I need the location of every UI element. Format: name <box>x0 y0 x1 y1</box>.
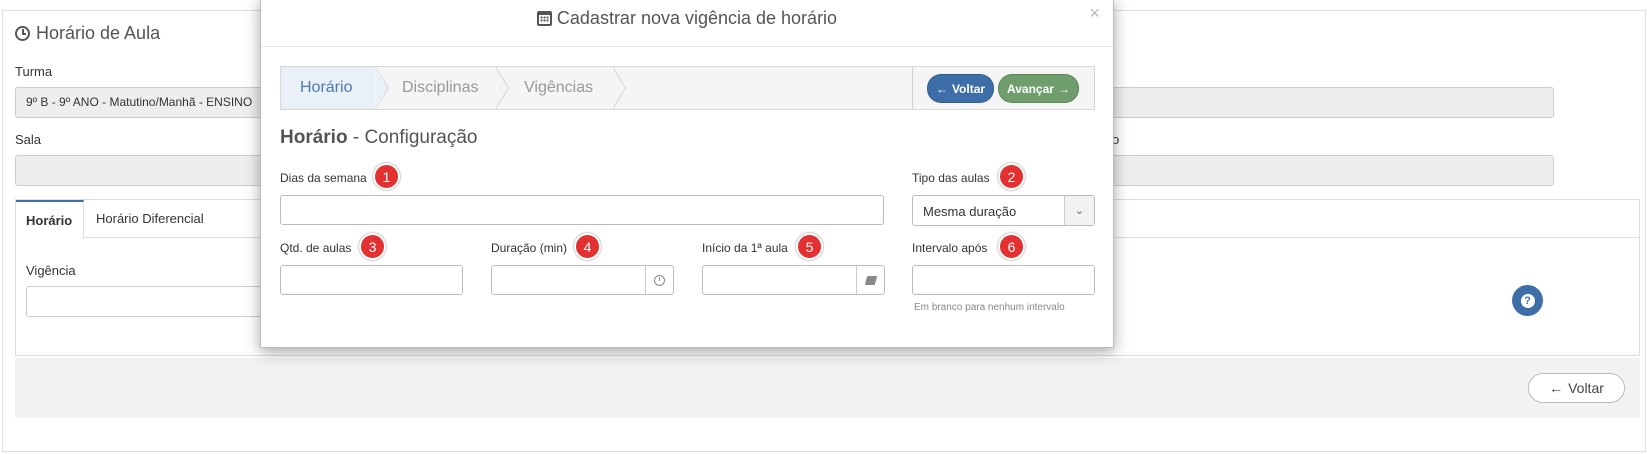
tipo-aulas-select[interactable]: Mesma duração ⌄ <box>912 195 1095 226</box>
turma-select[interactable]: 9º B - 9º ANO - Matutino/Manhã - ENSINO <box>15 87 265 118</box>
arrow-left-icon <box>936 82 948 96</box>
question-icon: ? <box>1520 293 1535 308</box>
step-separator <box>612 67 627 109</box>
help-button[interactable]: ? <box>1512 285 1543 316</box>
sala-select[interactable] <box>15 155 265 186</box>
duracao-input[interactable] <box>491 265 674 295</box>
badge-3: 3 <box>359 233 386 260</box>
voltar-button[interactable]: Voltar <box>927 74 994 103</box>
tipo-aulas-label: Tipo das aulas <box>912 171 990 185</box>
wizard-actions: Voltar Avançar <box>912 67 1094 109</box>
arrow-left-icon <box>1549 380 1563 396</box>
section-title: Horário - Configuração <box>280 127 478 148</box>
vigencia-select[interactable] <box>26 286 266 317</box>
badge-4: 4 <box>574 233 601 260</box>
close-icon[interactable]: × <box>1089 3 1100 24</box>
book-addon <box>856 266 884 294</box>
footer-bar: Voltar <box>15 358 1640 418</box>
badge-1: 1 <box>373 163 400 190</box>
sala-label: Sala <box>15 132 42 147</box>
modal-dialog: Cadastrar nova vigência de horário × Hor… <box>260 0 1114 348</box>
clock-icon <box>15 26 30 41</box>
clock-addon <box>645 266 673 294</box>
step-separator <box>495 67 510 109</box>
wizard-steps: Horário Disciplinas Vigências Voltar Ava… <box>280 66 1095 110</box>
tab-horario-diferencial[interactable]: Horário Diferencial <box>86 200 214 238</box>
inicio-aula-label: Início da 1ª aula <box>702 241 788 255</box>
arrow-right-icon <box>1058 82 1070 96</box>
book-icon <box>864 275 877 285</box>
step-disciplinas[interactable]: Disciplinas <box>402 67 478 109</box>
vigencia-label: Vigência <box>26 263 76 278</box>
badge-6: 6 <box>998 233 1025 260</box>
calendar-icon <box>536 11 552 26</box>
inicio-aula-input[interactable] <box>702 265 885 295</box>
badge-5: 5 <box>796 233 823 260</box>
avancar-button[interactable]: Avançar <box>998 74 1079 103</box>
dias-semana-label: Dias da semana <box>280 171 367 185</box>
intervalo-label: Intervalo após <box>912 241 988 255</box>
duracao-label: Duração (min) <box>491 241 568 255</box>
dias-semana-input[interactable] <box>280 195 884 225</box>
voltar-button-background[interactable]: Voltar <box>1528 373 1625 403</box>
chevron-down-icon[interactable]: ⌄ <box>1064 196 1094 225</box>
page-title: Horário de Aula <box>15 23 160 44</box>
qtd-aulas-label: Qtd. de aulas <box>280 241 352 255</box>
intervalo-input[interactable] <box>912 265 1095 295</box>
step-horario[interactable]: Horário <box>281 67 388 109</box>
right-field-input[interactable] <box>1110 155 1554 186</box>
modal-title: Cadastrar nova vigência de horário <box>261 8 1113 29</box>
turma-label: Turma <box>15 64 53 79</box>
clock-icon <box>654 274 665 286</box>
intervalo-help-text: Em branco para nenhum intervalo <box>914 302 1065 313</box>
step-vigencias[interactable]: Vigências <box>524 67 593 109</box>
modal-header: Cadastrar nova vigência de horário × <box>261 0 1113 47</box>
badge-2: 2 <box>998 163 1025 190</box>
tab-horario[interactable]: Horário <box>16 200 84 239</box>
qtd-aulas-input[interactable] <box>280 265 463 295</box>
turma-right-field[interactable] <box>1110 87 1554 118</box>
